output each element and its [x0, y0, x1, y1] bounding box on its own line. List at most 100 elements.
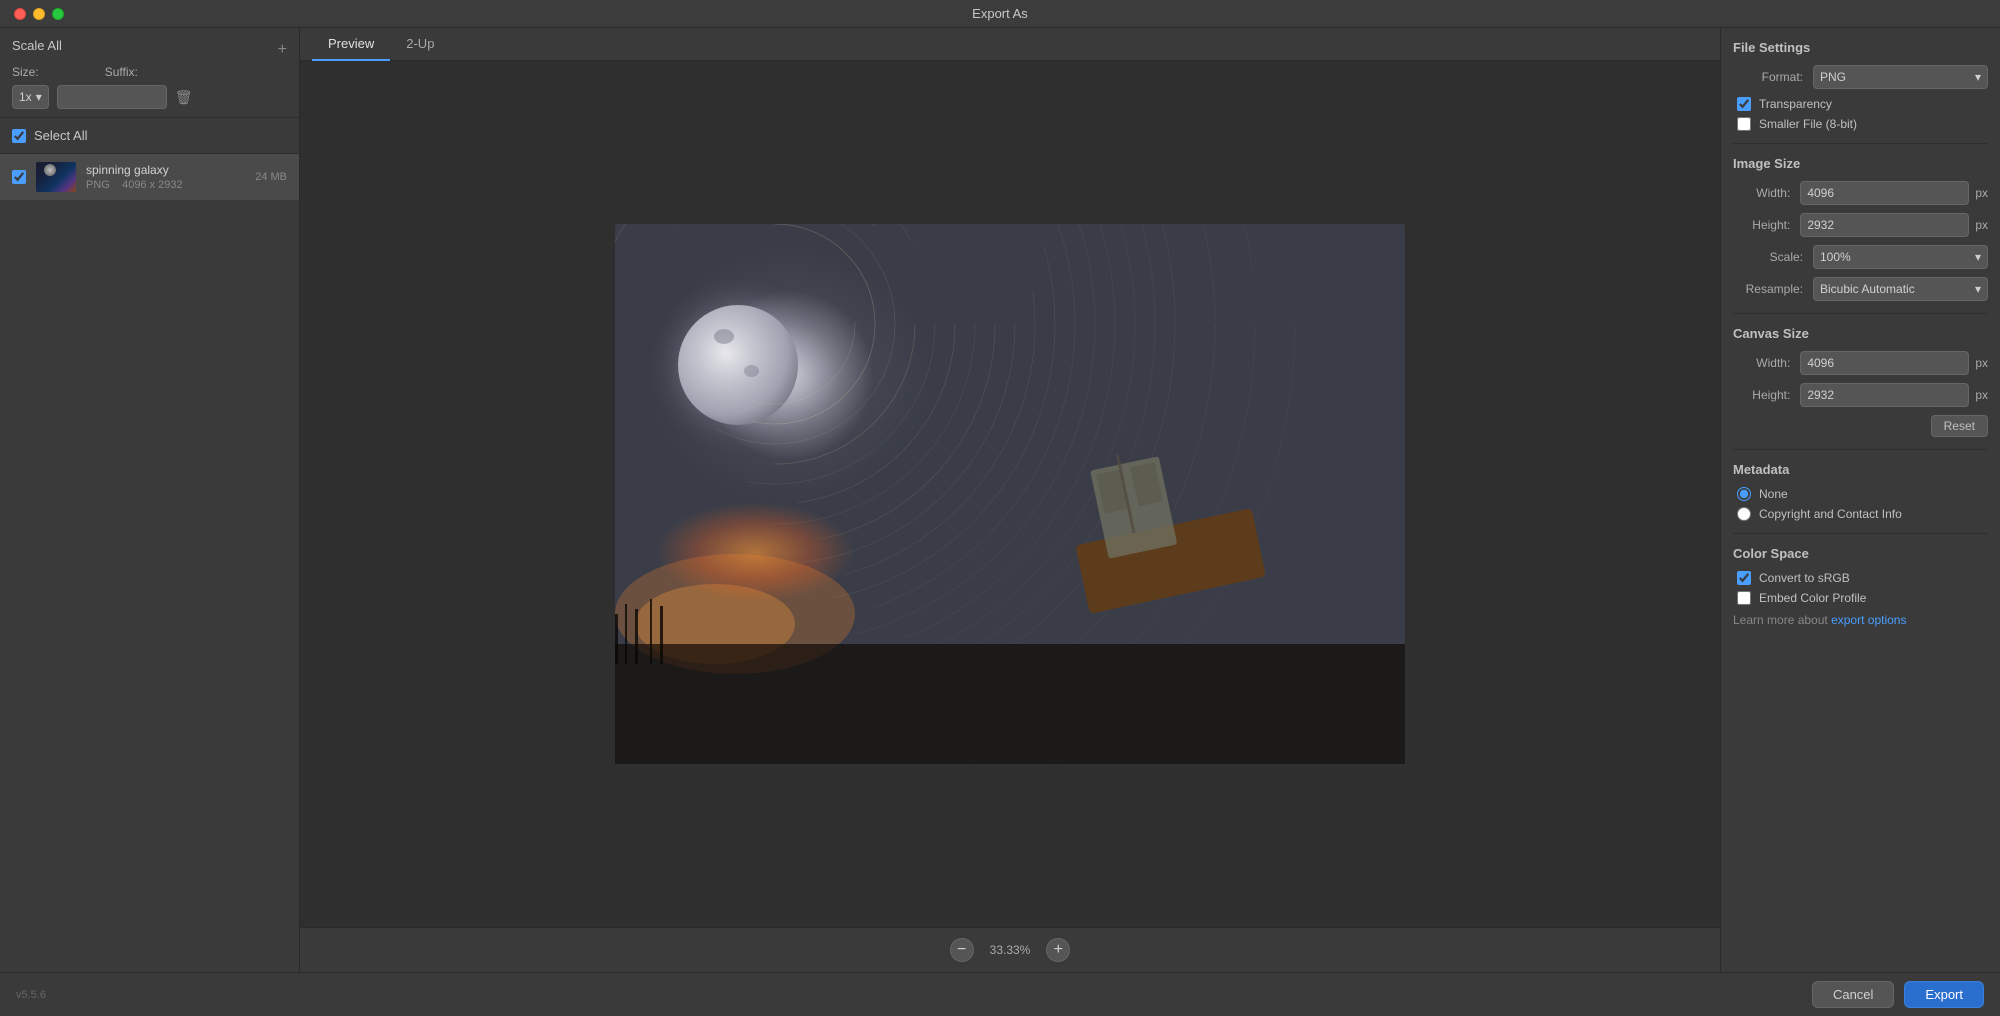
scale-title: Scale All	[12, 38, 62, 53]
suffix-label: Suffix:	[105, 65, 138, 79]
canvas-height-row: Height: px	[1733, 383, 1988, 407]
zoom-level: 33.33%	[990, 943, 1031, 957]
canvas-size-title: Canvas Size	[1733, 326, 1988, 341]
file-item[interactable]: spinning galaxy PNG 4096 x 2932 24 MB	[0, 154, 299, 201]
divider-4	[1733, 533, 1988, 534]
canvas-width-px: px	[1975, 356, 1988, 370]
file-meta: PNG 4096 x 2932	[86, 179, 245, 191]
transparency-checkbox[interactable]	[1737, 97, 1751, 111]
export-button[interactable]: Export	[1904, 981, 1984, 1008]
metadata-none-row: None	[1733, 487, 1988, 501]
metadata-copyright-radio[interactable]	[1737, 507, 1751, 521]
convert-srgb-row: Convert to sRGB	[1733, 571, 1988, 585]
scale-label: Scale:	[1733, 250, 1803, 264]
window-title: Export As	[972, 6, 1028, 21]
zoom-controls: − 33.33% +	[300, 927, 1720, 972]
scale-select[interactable]: 100% ▾	[1813, 245, 1988, 269]
cancel-button[interactable]: Cancel	[1812, 981, 1894, 1008]
image-canvas	[615, 224, 1405, 764]
main-layout: Scale All + Size: Suffix: 1x ▾ 🗑 Select …	[0, 28, 2000, 972]
image-size-title: Image Size	[1733, 156, 1988, 171]
file-size: 24 MB	[255, 171, 287, 183]
tab-preview[interactable]: Preview	[312, 28, 390, 61]
canvas-height-label: Height:	[1733, 388, 1790, 402]
center-panel: Preview 2-Up	[300, 28, 1720, 972]
delete-scale-button[interactable]: 🗑	[175, 89, 193, 106]
image-height-row: Height: px	[1733, 213, 1988, 237]
smaller-file-label: Smaller File (8-bit)	[1759, 117, 1857, 131]
convert-srgb-label: Convert to sRGB	[1759, 571, 1850, 585]
minimize-button[interactable]	[33, 8, 45, 20]
preview-area	[300, 61, 1720, 927]
file-checkbox[interactable]	[12, 170, 26, 184]
preview-tabs: Preview 2-Up	[300, 28, 1720, 61]
reset-button[interactable]: Reset	[1931, 415, 1988, 437]
convert-srgb-checkbox[interactable]	[1737, 571, 1751, 585]
learn-more-row: Learn more about export options	[1733, 613, 1988, 627]
right-panel: File Settings Format: PNG ▾ Transparency…	[1720, 28, 2000, 972]
transparency-label: Transparency	[1759, 97, 1832, 111]
select-all-checkbox[interactable]	[12, 129, 26, 143]
metadata-none-label: None	[1759, 487, 1788, 501]
format-row: Format: PNG ▾	[1733, 65, 1988, 89]
scale-dropdown[interactable]: 1x ▾	[12, 85, 49, 109]
embed-color-row: Embed Color Profile	[1733, 591, 1988, 605]
resample-select[interactable]: Bicubic Automatic ▾	[1813, 277, 1988, 301]
reset-btn-row: Reset	[1733, 415, 1988, 437]
metadata-copyright-row: Copyright and Contact Info	[1733, 507, 1988, 521]
title-bar: Export As	[0, 0, 2000, 28]
scale-row: Scale: 100% ▾	[1733, 245, 1988, 269]
metadata-copyright-label: Copyright and Contact Info	[1759, 507, 1902, 521]
traffic-lights	[14, 8, 64, 20]
scale-section: Scale All + Size: Suffix: 1x ▾ 🗑	[0, 28, 299, 118]
divider-3	[1733, 449, 1988, 450]
sunset-glow	[655, 502, 855, 602]
format-select[interactable]: PNG ▾	[1813, 65, 1988, 89]
metadata-title: Metadata	[1733, 462, 1988, 477]
maximize-button[interactable]	[52, 8, 64, 20]
image-width-px: px	[1975, 186, 1988, 200]
embed-color-checkbox[interactable]	[1737, 591, 1751, 605]
canvas-width-label: Width:	[1733, 356, 1790, 370]
image-height-input[interactable]	[1800, 213, 1969, 237]
bottom-buttons: Cancel Export	[1812, 981, 1984, 1008]
version-label: v5.5.6	[16, 989, 46, 1001]
add-scale-button[interactable]: +	[278, 41, 287, 59]
select-all-row: Select All	[0, 118, 299, 154]
divider-1	[1733, 143, 1988, 144]
close-button[interactable]	[14, 8, 26, 20]
image-width-row: Width: px	[1733, 181, 1988, 205]
file-thumbnail	[36, 162, 76, 192]
canvas-width-row: Width: px	[1733, 351, 1988, 375]
select-all-label: Select All	[34, 128, 87, 143]
preview-image	[615, 224, 1405, 764]
image-height-label: Height:	[1733, 218, 1790, 232]
image-width-input[interactable]	[1800, 181, 1969, 205]
resample-row: Resample: Bicubic Automatic ▾	[1733, 277, 1988, 301]
canvas-height-input[interactable]	[1800, 383, 1969, 407]
metadata-none-radio[interactable]	[1737, 487, 1751, 501]
transparency-row: Transparency	[1733, 97, 1988, 111]
zoom-in-button[interactable]: +	[1046, 938, 1070, 962]
file-list: spinning galaxy PNG 4096 x 2932 24 MB	[0, 154, 299, 972]
smaller-file-checkbox[interactable]	[1737, 117, 1751, 131]
canvas-height-px: px	[1975, 388, 1988, 402]
tab-2up[interactable]: 2-Up	[390, 28, 450, 61]
image-width-label: Width:	[1733, 186, 1790, 200]
file-settings-title: File Settings	[1733, 40, 1988, 55]
bottom-bar: v5.5.6 Cancel Export	[0, 972, 2000, 1016]
file-info: spinning galaxy PNG 4096 x 2932	[86, 163, 245, 191]
suffix-input[interactable]	[57, 85, 167, 109]
left-panel: Scale All + Size: Suffix: 1x ▾ 🗑 Select …	[0, 28, 300, 972]
size-label: Size:	[12, 65, 39, 79]
zoom-out-button[interactable]: −	[950, 938, 974, 962]
color-space-title: Color Space	[1733, 546, 1988, 561]
format-label: Format:	[1733, 70, 1803, 84]
smaller-file-row: Smaller File (8-bit)	[1733, 117, 1988, 131]
boat-overlay	[1050, 425, 1310, 645]
export-options-link[interactable]: export options	[1831, 613, 1906, 627]
divider-2	[1733, 313, 1988, 314]
canvas-width-input[interactable]	[1800, 351, 1969, 375]
embed-color-label: Embed Color Profile	[1759, 591, 1866, 605]
file-name: spinning galaxy	[86, 163, 245, 177]
